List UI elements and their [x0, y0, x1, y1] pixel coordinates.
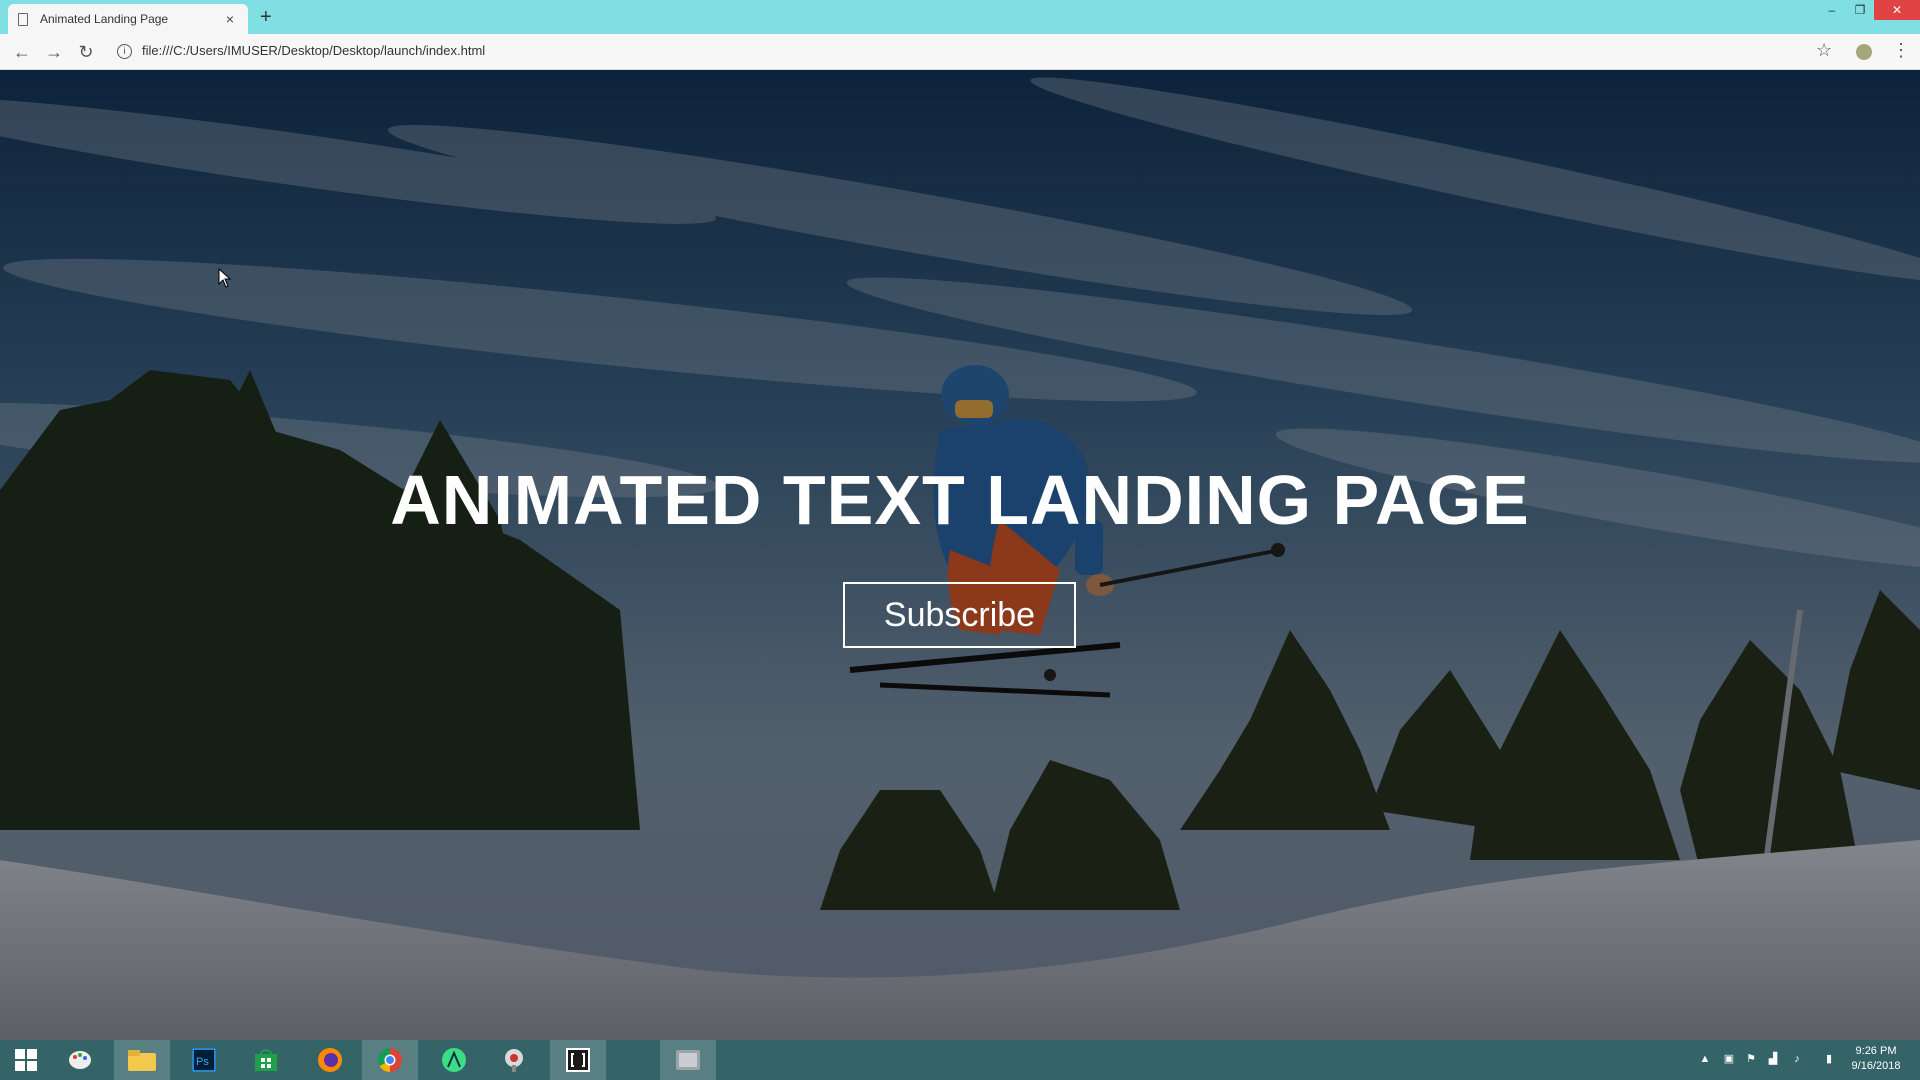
reload-icon[interactable]: ↻ [74, 40, 98, 64]
flag-icon[interactable]: ⚑ [1744, 1052, 1758, 1066]
show-hidden-icons[interactable]: ▲ [1698, 1052, 1712, 1066]
battery-icon[interactable]: ▮ [1822, 1052, 1836, 1066]
profile-avatar[interactable] [1856, 44, 1872, 60]
forward-icon[interactable]: → [42, 40, 66, 64]
browser-toolbar: ← → ↻ i file:///C:/Users/IMUSER/Desktop/… [0, 34, 1920, 70]
clock-time: 9:26 PM [1855, 1045, 1897, 1057]
page-headline: ANIMATED TEXT LANDING PAGE [390, 461, 1530, 539]
hero-section: ANIMATED TEXT LANDING PAGE Subscribe [0, 70, 1920, 1040]
subscribe-button[interactable]: Subscribe [843, 582, 1076, 648]
start-icon[interactable] [8, 1040, 44, 1080]
firefox-icon[interactable] [310, 1040, 350, 1080]
new-tab-button[interactable]: + [260, 6, 272, 29]
close-window-button[interactable]: ✕ [1874, 0, 1920, 20]
window-icon[interactable] [660, 1040, 716, 1080]
brackets-icon[interactable] [550, 1040, 606, 1080]
document-icon [18, 12, 28, 26]
browser-titlebar: Animated Landing Page × + – ❐ ✕ [0, 0, 1920, 34]
network-icon[interactable]: ▟ [1766, 1052, 1780, 1066]
volume-icon[interactable]: ♪ [1790, 1052, 1804, 1066]
chrome-icon[interactable] [362, 1040, 418, 1080]
bookmark-star-icon[interactable]: ☆ [1816, 40, 1832, 61]
info-icon[interactable]: i [117, 44, 132, 59]
close-tab-icon[interactable]: × [222, 11, 238, 27]
tab-title: Animated Landing Page [40, 12, 169, 26]
display-icon[interactable]: ▣ [1722, 1052, 1736, 1066]
photoshop-icon[interactable]: Ps [184, 1040, 224, 1080]
address-bar[interactable]: file:///C:/Users/IMUSER/Desktop/Desktop/… [142, 43, 485, 58]
file-explorer-icon[interactable] [114, 1040, 170, 1080]
system-clock[interactable]: 9:26 PM 9/16/2018 [1836, 1044, 1916, 1074]
tool-icon[interactable] [494, 1040, 534, 1080]
paint-icon[interactable] [60, 1040, 100, 1080]
svg-text:Ps: Ps [196, 1056, 209, 1068]
browser-tab[interactable]: Animated Landing Page × [8, 4, 248, 34]
page-viewport: ANIMATED TEXT LANDING PAGE Subscribe [0, 70, 1920, 1040]
windows-taskbar: Ps ▲ ▣ ⚑ ▟ ♪ ▮ 9:26 PM 9/16/2018 [0, 1040, 1920, 1080]
android-studio-icon[interactable] [434, 1040, 474, 1080]
clock-date: 9/16/2018 [1851, 1060, 1901, 1072]
back-icon[interactable]: ← [10, 40, 34, 64]
menu-icon[interactable]: ⋮ [1892, 40, 1910, 61]
store-icon[interactable] [246, 1040, 286, 1080]
minimize-button[interactable]: – [1818, 0, 1846, 20]
mouse-pointer-icon [218, 268, 232, 288]
maximize-button[interactable]: ❐ [1846, 0, 1874, 20]
